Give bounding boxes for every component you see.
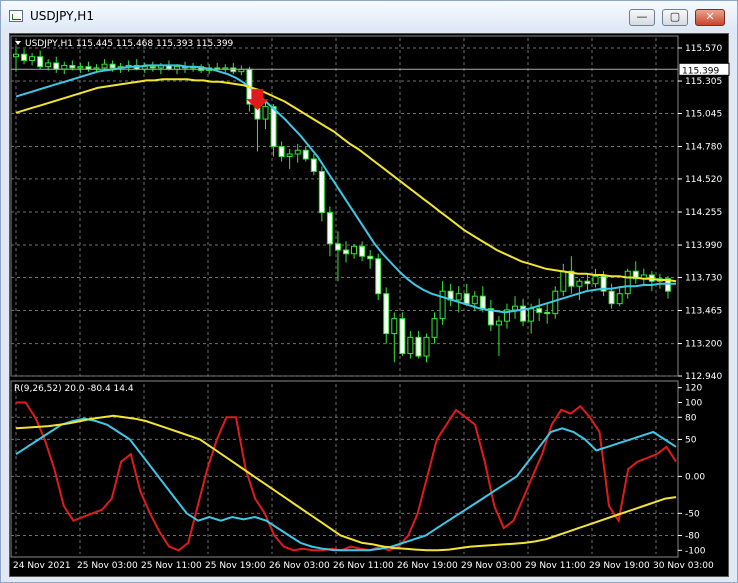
candle-body — [351, 245, 358, 255]
y-tick-label: -50 — [685, 509, 700, 519]
candle-body — [302, 149, 309, 160]
candle-body — [423, 336, 430, 357]
y-tick-label: 114.520 — [685, 175, 722, 185]
candle-body — [359, 245, 366, 257]
candle-body — [375, 258, 382, 295]
candle-body — [399, 318, 406, 355]
candle-body — [270, 106, 277, 148]
y-tick-label: 120 — [685, 384, 702, 394]
candle-body — [439, 290, 446, 320]
main-chart-header: USDJPY,H1 115.445 115.468 115.393 115.39… — [25, 39, 234, 49]
candle-body — [495, 320, 502, 326]
y-tick-label: -80 — [685, 532, 700, 542]
moving-average-line-1 — [15, 64, 676, 314]
candle-body — [584, 280, 591, 285]
candle-body — [326, 212, 333, 245]
candle-body — [286, 153, 293, 157]
candle-body — [101, 63, 108, 69]
chart-canvas[interactable]: 24 Nov 2021 25 Nov 03:00 25 Nov 11:00 25 No… — [10, 34, 730, 578]
candle-body — [391, 318, 398, 335]
candle-body — [77, 66, 84, 69]
candle-body — [262, 106, 269, 120]
chart-window: USDJPY,H1 — ▢ ✕ 24 Nov 2021 25 Nov 03:00 2… — [0, 0, 738, 583]
candle-body — [463, 293, 470, 305]
candle-body — [21, 53, 28, 61]
x-tick-label: 26 Nov 11:00 — [333, 561, 394, 571]
y-tick-label: 50 — [685, 435, 697, 445]
candle-body — [278, 146, 285, 157]
candle-body — [53, 62, 60, 70]
chart-app-icon — [9, 10, 23, 22]
candle-body — [45, 62, 52, 68]
candle-body — [109, 63, 116, 69]
candle-body — [318, 170, 325, 214]
y-tick-label: 115.305 — [685, 77, 722, 87]
candle-body — [294, 149, 301, 155]
x-tick-label: 25 Nov 19:00 — [205, 561, 266, 571]
y-tick-label: 113.200 — [685, 340, 722, 350]
main-panel-frame — [10, 35, 679, 377]
x-tick-label: 26 Nov 19:00 — [397, 561, 458, 571]
y-tick-label: -100 — [685, 546, 706, 556]
x-tick-label: 24 Nov 2021 — [13, 561, 71, 571]
candle-body — [552, 290, 559, 315]
y-tick-label: 115.045 — [685, 109, 722, 119]
candle-body — [149, 66, 156, 69]
candle-body — [455, 293, 462, 301]
current-price-label: 115.399 — [682, 66, 719, 76]
y-tick-label: 113.990 — [685, 241, 722, 251]
candle-body — [334, 243, 341, 251]
x-tick-label: 29 Nov 11:00 — [525, 561, 586, 571]
x-tick-label: 30 Nov 03:00 — [653, 561, 714, 571]
candle-body — [624, 270, 631, 295]
candle-body — [310, 158, 317, 172]
candle-body — [37, 56, 44, 68]
maximize-button[interactable]: ▢ — [662, 9, 688, 26]
oscillator-header: R(9,26,52) 20.0 -80.4 14.4 — [14, 384, 134, 394]
y-tick-label: 0.00 — [685, 472, 705, 482]
candle-body — [367, 255, 374, 260]
candle-body — [415, 336, 422, 357]
candle-body — [560, 270, 567, 292]
candle-body — [13, 53, 19, 58]
candle-body — [343, 249, 349, 255]
chart-area[interactable]: 24 Nov 2021 25 Nov 03:00 25 Nov 11:00 25 No… — [9, 33, 730, 578]
candle-body — [544, 311, 551, 315]
candle-body — [608, 290, 615, 305]
candle-body — [407, 336, 414, 355]
candle-body — [616, 293, 623, 305]
candle-body — [61, 64, 68, 70]
candle-body — [528, 308, 535, 322]
y-tick-label: 115.570 — [685, 44, 722, 54]
candle-body — [592, 275, 599, 285]
candle-body — [471, 295, 478, 305]
y-tick-label: 80 — [685, 413, 697, 423]
x-tick-label: 25 Nov 11:00 — [141, 561, 202, 571]
x-tick-label: 29 Nov 19:00 — [589, 561, 650, 571]
candle-body — [576, 280, 583, 287]
y-tick-label: 114.255 — [685, 208, 722, 218]
close-button[interactable]: ✕ — [695, 9, 725, 26]
candle-body — [383, 293, 390, 335]
x-tick-label: 29 Nov 03:00 — [461, 561, 522, 571]
candle-body — [69, 64, 76, 69]
x-tick-label: 26 Nov 03:00 — [269, 561, 330, 571]
window-title: USDJPY,H1 — [30, 9, 94, 23]
candle-body — [536, 308, 543, 313]
candle-body — [431, 318, 438, 338]
candle-body — [479, 295, 486, 310]
minimize-button[interactable]: — — [629, 9, 655, 26]
candle-body — [512, 305, 519, 311]
y-tick-label: 114.780 — [685, 143, 722, 153]
x-tick-label: 25 Nov 03:00 — [77, 561, 138, 571]
y-tick-label: 100 — [685, 398, 702, 408]
title-bar[interactable]: USDJPY,H1 — ▢ ✕ — [1, 1, 737, 31]
y-tick-label: 112.940 — [685, 372, 722, 382]
y-tick-label: 113.465 — [685, 307, 722, 317]
candle-body — [29, 56, 36, 61]
y-tick-label: 113.730 — [685, 273, 722, 283]
